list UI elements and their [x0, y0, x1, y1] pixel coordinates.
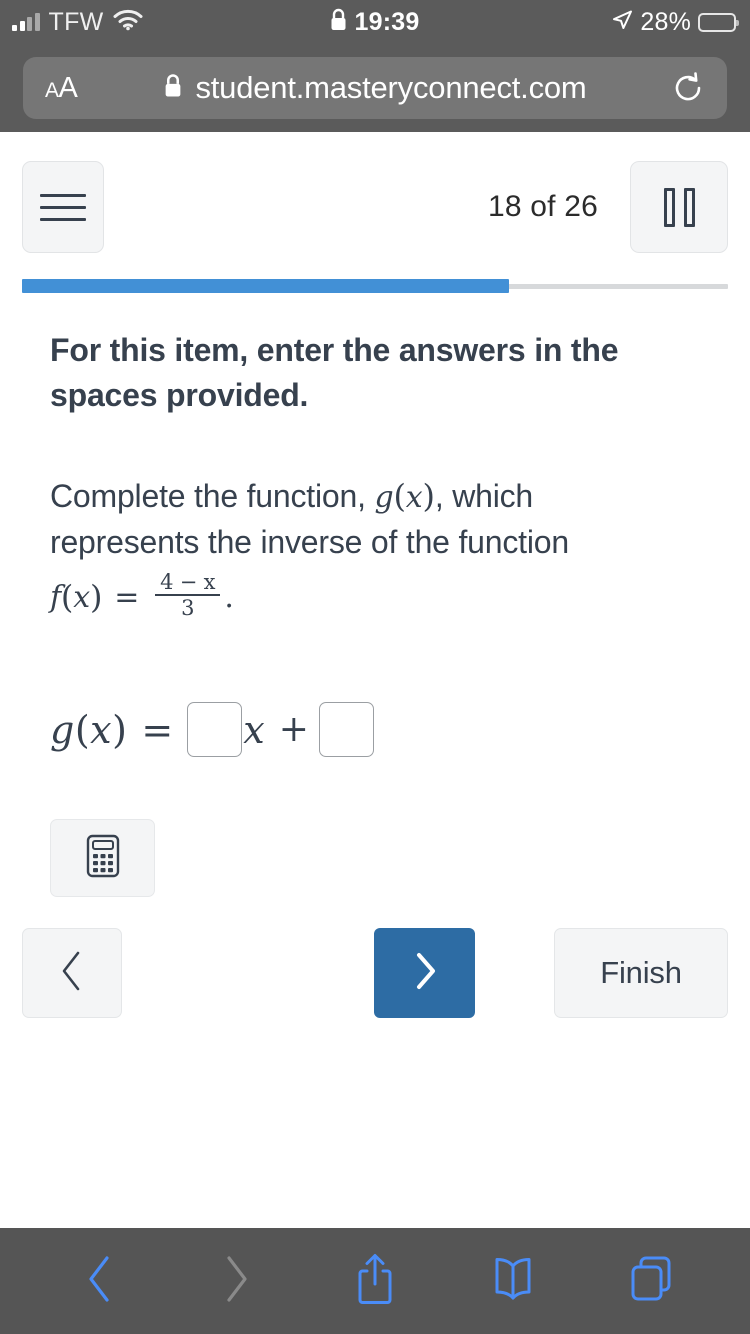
forward-button — [192, 1241, 282, 1321]
tabs-icon — [627, 1254, 675, 1309]
lock-icon — [163, 73, 183, 104]
url-text: student.masteryconnect.com — [195, 70, 587, 105]
next-question-button[interactable] — [374, 928, 475, 1018]
answer-paren-open: ( — [74, 707, 91, 752]
share-button[interactable] — [330, 1241, 420, 1321]
prompt-paren-open: ( — [393, 476, 407, 515]
cellular-signal-icon — [12, 12, 40, 31]
wifi-icon — [113, 9, 143, 36]
chevron-right-icon — [410, 949, 440, 998]
battery-icon — [698, 12, 740, 32]
fx-paren-open: ( — [60, 578, 74, 617]
url-display: student.masteryconnect.com — [23, 70, 727, 106]
progress-bar-track — [22, 279, 728, 293]
url-pill[interactable]: AA student.masteryconnect.com — [23, 57, 727, 119]
text-size-button[interactable]: AA — [45, 73, 78, 103]
calculator-button[interactable] — [50, 819, 155, 897]
answer-paren-close: ) — [112, 707, 128, 752]
pause-button[interactable] — [630, 161, 728, 253]
reload-icon[interactable] — [671, 71, 705, 105]
fx-period: . — [224, 579, 234, 615]
answer-expression-row: g(x) = x + — [50, 702, 374, 757]
slope-input[interactable] — [187, 702, 243, 757]
status-bar-right: 28% — [419, 8, 750, 37]
fraction-denominator: 3 — [181, 595, 195, 620]
prompt-variable-x: x — [405, 479, 423, 515]
assessment-toolbar: 18 of 26 — [0, 152, 750, 262]
carrier-label: TFW — [48, 7, 104, 36]
status-bar-left: TFW — [0, 8, 329, 37]
mobile-browser-screen: TFW 19:39 28% AA student.masteryconnect.… — [0, 0, 750, 1334]
prompt-paren-close: ) — [422, 476, 436, 515]
fx-function-f: f — [50, 579, 61, 615]
location-arrow-icon — [611, 9, 633, 36]
ios-status-bar: TFW 19:39 28% — [0, 0, 750, 44]
function-definition: f(x) = 4 − x 3 . — [50, 569, 670, 625]
question-body: For this item, enter the answers in the … — [50, 328, 670, 625]
safari-address-bar: AA student.masteryconnect.com — [0, 44, 750, 132]
intercept-input[interactable] — [318, 702, 374, 757]
status-bar-clock: 19:39 — [354, 7, 420, 36]
prompt-text-before: Complete the function, — [50, 477, 375, 514]
fx-variable-x: x — [73, 579, 90, 615]
question-prompt: Complete the function, g(x), which repre… — [50, 473, 670, 625]
previous-question-button[interactable] — [22, 928, 122, 1018]
lock-icon — [329, 8, 348, 37]
safari-bottom-toolbar — [0, 1228, 750, 1334]
bookmarks-button[interactable] — [468, 1241, 558, 1321]
question-counter: 18 of 26 — [487, 190, 598, 223]
hamburger-menu-icon — [40, 193, 86, 221]
fx-equals: = — [114, 579, 140, 615]
pause-icon — [663, 187, 695, 227]
question-directions: For this item, enter the answers in the … — [50, 332, 619, 414]
fx-paren-close: ) — [89, 578, 103, 617]
chevron-left-icon — [83, 1254, 115, 1309]
answer-function-g: g — [50, 707, 75, 752]
chevron-right-icon — [221, 1254, 253, 1309]
battery-percent-label: 28% — [640, 7, 692, 36]
finish-button[interactable]: Finish — [554, 928, 728, 1018]
book-icon — [489, 1256, 537, 1307]
tabs-button[interactable] — [606, 1241, 696, 1321]
answer-plus-operator: + — [278, 709, 309, 750]
calculator-icon — [84, 834, 122, 883]
progress-bar-fill — [22, 279, 510, 293]
answer-equals: = — [141, 707, 174, 752]
share-icon — [354, 1252, 396, 1311]
back-button[interactable] — [54, 1241, 144, 1321]
question-navigation: Finish — [0, 928, 750, 1018]
answer-variable-x: x — [90, 707, 113, 752]
prompt-function-g: g — [374, 479, 394, 515]
status-bar-center: 19:39 — [329, 8, 420, 37]
answer-x-term: x — [243, 707, 265, 752]
hamburger-menu-button[interactable] — [22, 161, 104, 253]
fx-fraction: 4 − x 3 — [155, 570, 221, 620]
fraction-numerator: 4 − x — [160, 570, 216, 595]
chevron-left-icon — [57, 949, 87, 998]
assessment-page: 18 of 26 For this item, enter the answer… — [0, 132, 750, 1228]
